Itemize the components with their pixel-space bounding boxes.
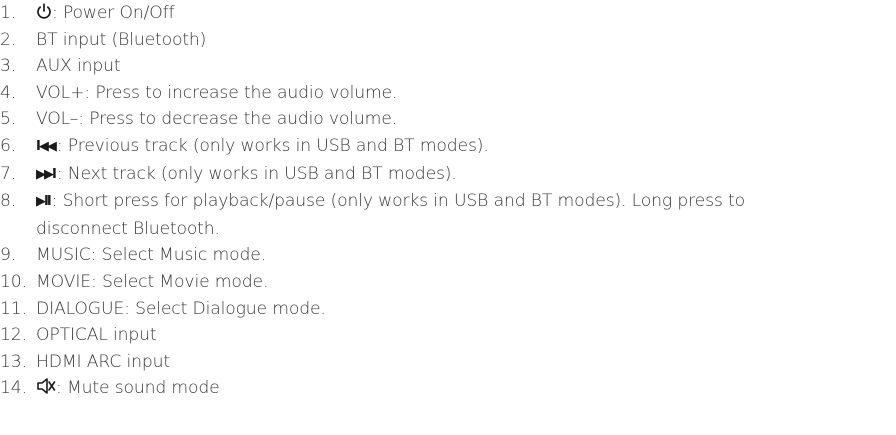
item-text: : Short press for playback/pause (only w… xyxy=(51,191,745,212)
item-number: 13. xyxy=(0,351,27,372)
item-text: MOVIE: Select Movie mode. xyxy=(36,271,269,292)
item-number: 3. xyxy=(0,56,17,77)
item-number: 5. xyxy=(0,109,17,130)
item-number: 7. xyxy=(0,163,17,184)
item-number: 9. xyxy=(0,245,17,266)
list-item: 7. ▶▶I: Next track (only works in USB an… xyxy=(0,161,896,189)
list-item: 11. DIALOGUE: Select Dialogue mode. xyxy=(0,296,896,323)
item-text-continued: disconnect Bluetooth. xyxy=(36,218,220,239)
item-number: 8. xyxy=(0,191,17,212)
item-number: 1. xyxy=(0,3,17,23)
item-text: VOL+: Press to increase the audio volume… xyxy=(36,82,398,103)
mute-icon xyxy=(36,375,56,402)
list-item: 4. VOL+: Press to increase the audio vol… xyxy=(0,80,896,107)
item-number: 10. xyxy=(0,271,27,292)
item-text: OPTICAL input xyxy=(36,325,157,346)
play-pause-icon: ▶II xyxy=(36,194,52,210)
item-text: DIALOGUE: Select Dialogue mode. xyxy=(36,298,326,319)
item-text: : Mute sound mode xyxy=(56,378,220,399)
item-number: 4. xyxy=(0,82,17,103)
next-track-icon: ▶▶I xyxy=(36,166,57,182)
instruction-list: 1. : Power On/Off 2. BT input (Bluetooth… xyxy=(0,0,896,402)
item-number: 6. xyxy=(0,135,17,156)
list-item: 8. ▶II: Short press for playback/pause (… xyxy=(0,188,896,242)
item-body: I◀◀: Previous track (only works in USB a… xyxy=(36,133,896,161)
list-item: 13. HDMI ARC input xyxy=(0,349,896,376)
item-text: AUX input xyxy=(36,56,121,77)
item-text: : Next track (only works in USB and BT m… xyxy=(56,163,457,184)
previous-track-icon: I◀◀ xyxy=(36,138,57,154)
item-number: 2. xyxy=(0,29,17,50)
item-number: 14. xyxy=(0,378,27,399)
list-item: 14. : Mute sound mode xyxy=(0,375,896,402)
list-item: 2. BT input (Bluetooth) xyxy=(0,27,896,54)
item-text: MUSIC: Select Music mode. xyxy=(36,245,266,266)
list-item: 1. : Power On/Off xyxy=(0,0,896,27)
item-text: BT input (Bluetooth) xyxy=(36,29,207,50)
item-text: : Power On/Off xyxy=(52,3,175,23)
item-body: ▶▶I: Next track (only works in USB and B… xyxy=(36,161,896,189)
list-item: 12. OPTICAL input xyxy=(0,322,896,349)
item-body: : Power On/Off xyxy=(36,0,896,27)
item-text: VOL–: Press to decrease the audio volume… xyxy=(36,109,397,130)
list-item: 10. MOVIE: Select Movie mode. xyxy=(0,269,896,296)
item-text: HDMI ARC input xyxy=(36,351,170,372)
list-item: 3. AUX input xyxy=(0,53,896,80)
list-item: 9. MUSIC: Select Music mode. xyxy=(0,242,896,269)
item-text: : Previous track (only works in USB and … xyxy=(56,135,489,156)
list-item: 6. I◀◀: Previous track (only works in US… xyxy=(0,133,896,161)
item-body: : Mute sound mode xyxy=(36,375,896,402)
list-item: 5. VOL–: Press to decrease the audio vol… xyxy=(0,106,896,133)
item-body: ▶II: Short press for playback/pause (onl… xyxy=(36,188,896,242)
item-number: 12. xyxy=(0,325,27,346)
item-number: 11. xyxy=(0,298,27,319)
power-icon xyxy=(36,0,52,27)
